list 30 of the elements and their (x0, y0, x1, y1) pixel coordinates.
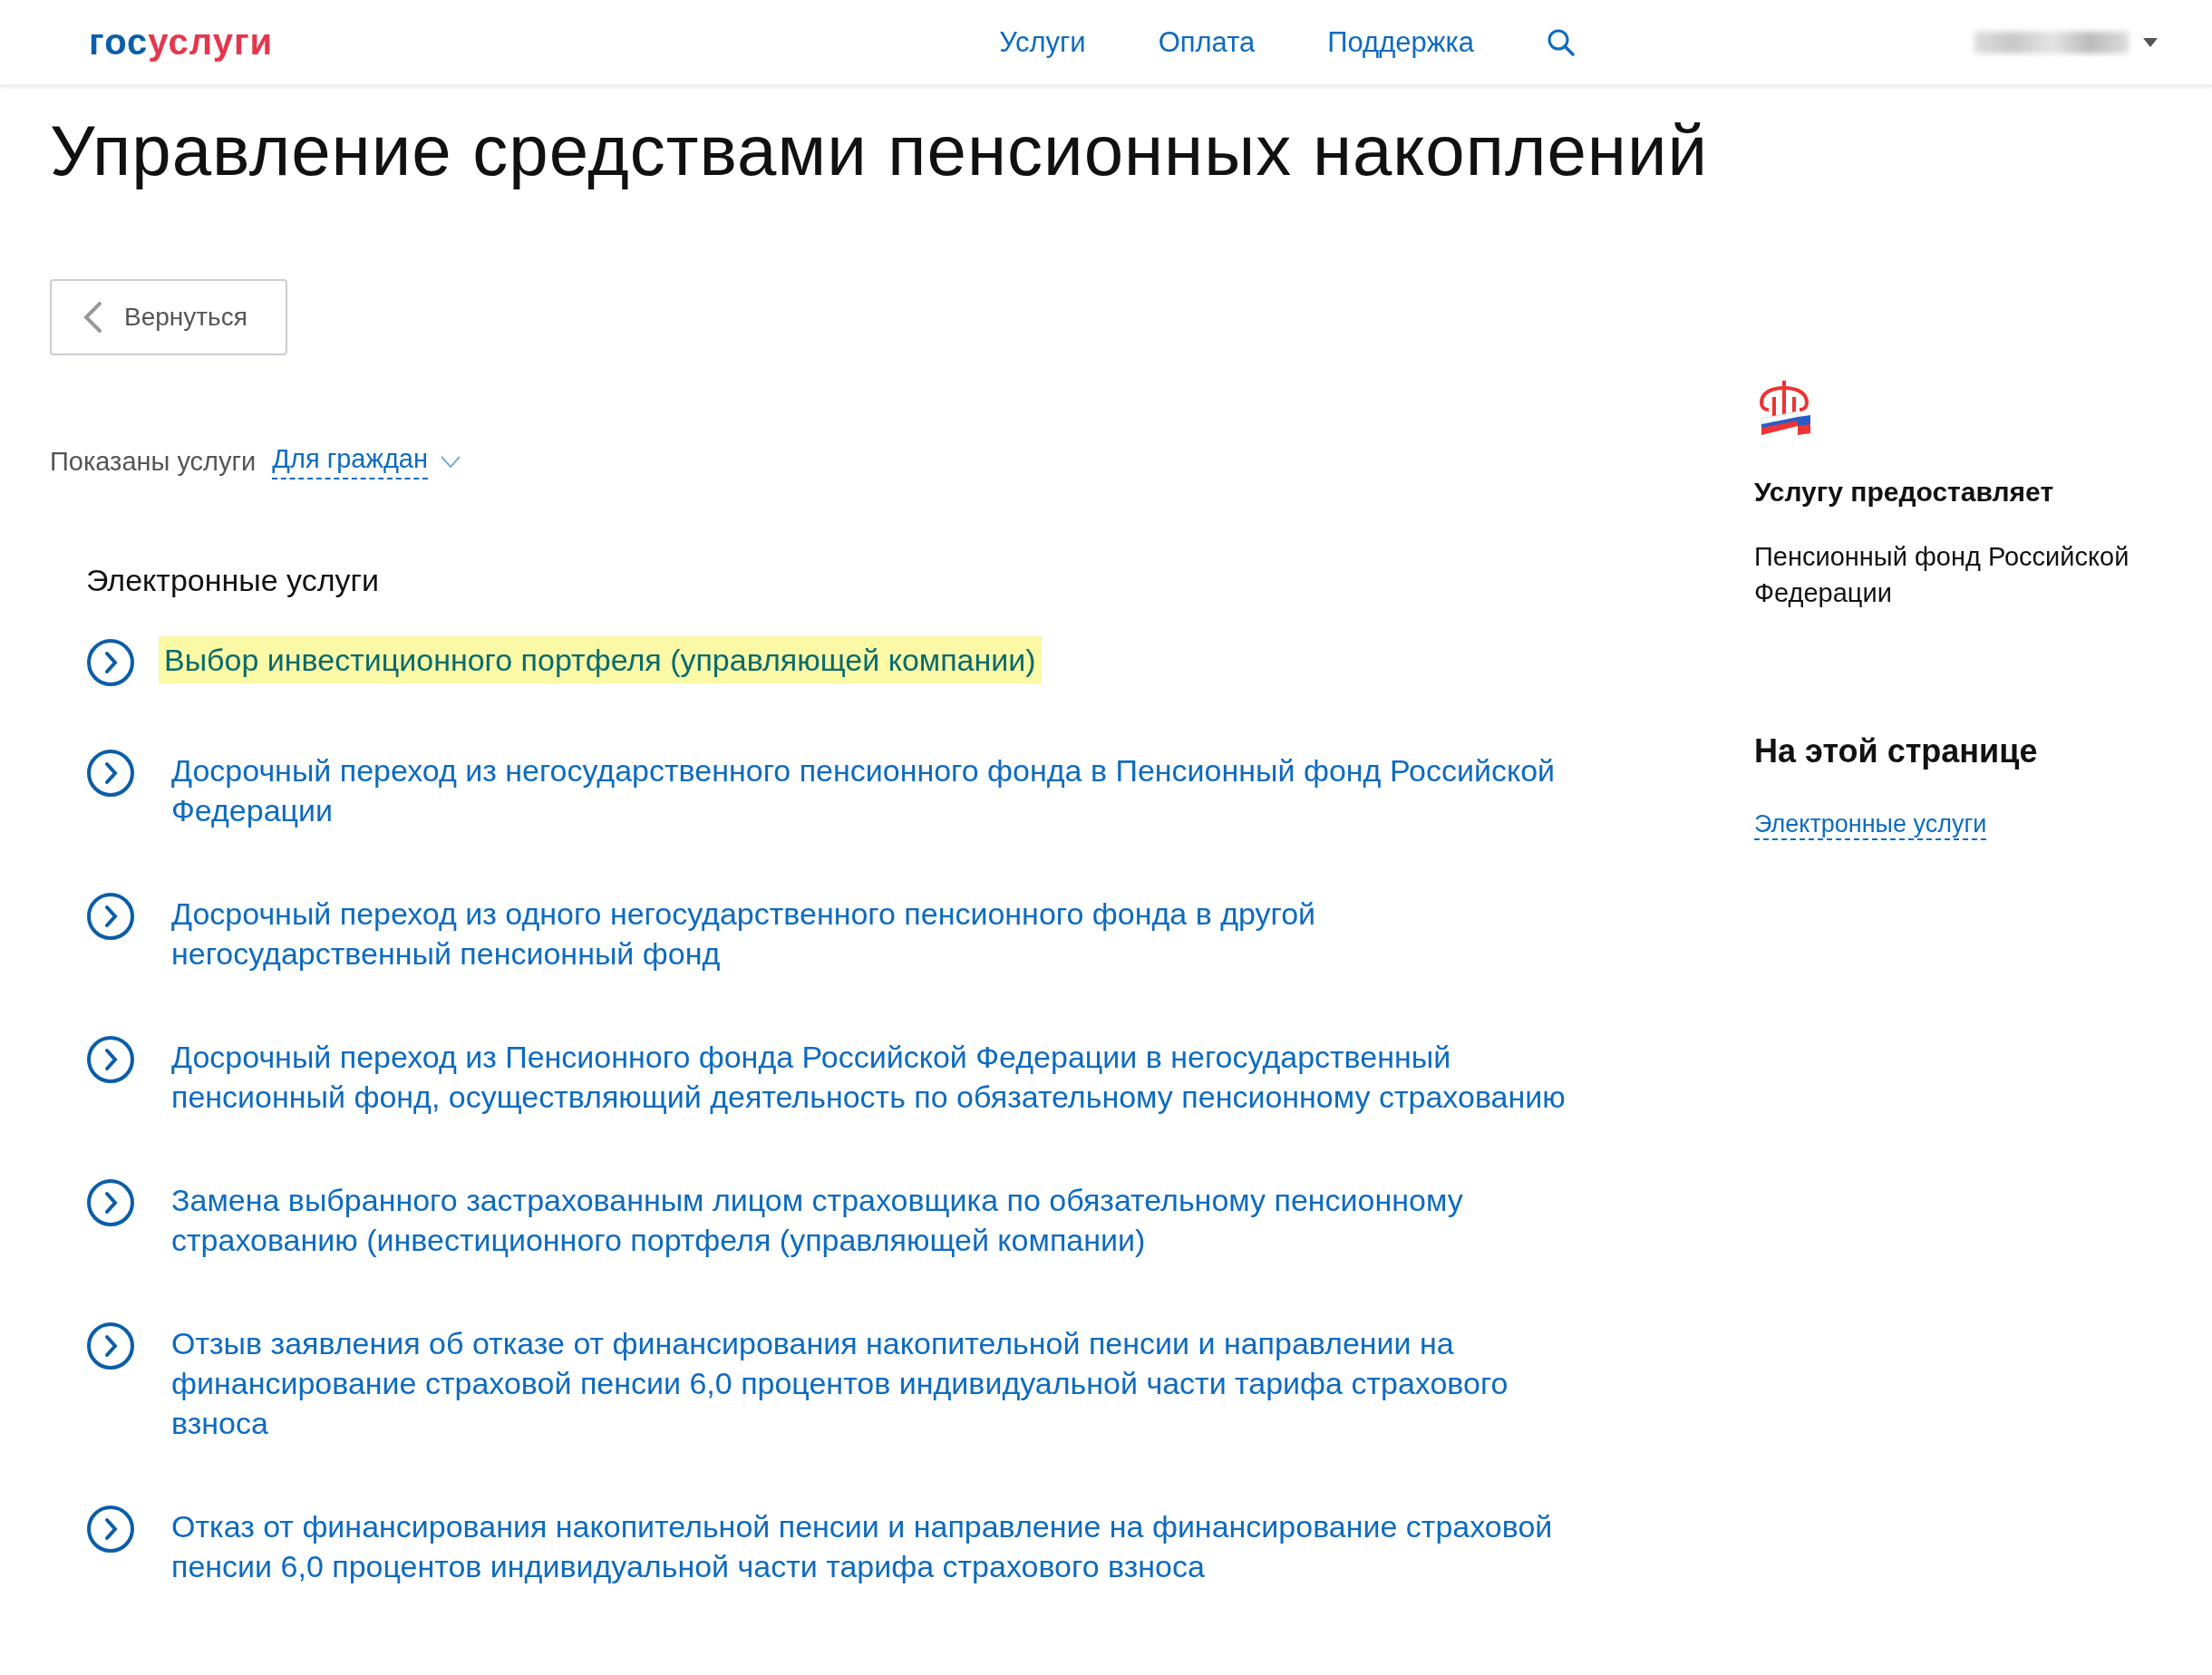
service-link[interactable]: Выбор инвестиционного портфеля (управляющей компании) (159, 636, 1042, 683)
search-icon[interactable] (1547, 27, 1576, 57)
logo[interactable]: госуслуги (89, 22, 274, 63)
service-link[interactable]: Досрочный переход из Пенсионного фонда Российской Федерации в негосударственный пенсионный фонд, осуществляющий деятельность по обязательному пенсионному страхованию (168, 1037, 1607, 1117)
chevron-circle-icon[interactable] (86, 1505, 135, 1554)
nav-link[interactable]: Оплата (1158, 25, 1256, 59)
dropdown-triangle-icon[interactable] (2143, 37, 2158, 47)
service-link[interactable]: Замена выбранного застрахованным лицом страховщика по обязательному пенсионному страхованию (инвестиционного портфеля (управляющей компании) (168, 1180, 1607, 1260)
anchor-link[interactable]: Электронные услуги (1754, 810, 1987, 840)
provider-name: Пенсионный фонд Российской Федерации (1754, 541, 2130, 609)
filter-dropdown[interactable]: Для граждан (272, 444, 428, 479)
page-title: Управление средствами пенсионных накоплений (50, 110, 1709, 192)
chevron-circle-icon[interactable] (86, 749, 135, 798)
chevron-circle-icon[interactable] (86, 1322, 135, 1370)
section-heading: Электронные услуги (86, 563, 380, 598)
nav-link[interactable]: Услуги (999, 25, 1086, 59)
chevron-circle-icon[interactable] (86, 1178, 135, 1227)
on-page-heading: На этой странице (1754, 732, 2039, 770)
chevron-circle-icon[interactable] (86, 1035, 135, 1084)
chevron-left-icon (82, 301, 102, 334)
nav-link[interactable]: Поддержка (1327, 25, 1474, 59)
back-button[interactable]: Вернуться (50, 279, 287, 355)
service-link[interactable]: Досрочный переход из негосударственного пенсионного фонда в Пенсионный фонд Российской Федерации (168, 750, 1607, 830)
service-link[interactable]: Досрочный переход из одного негосударственного пенсионного фонда в другой негосударственный пенсионный фонд (168, 894, 1607, 973)
service-link[interactable]: Отзыв заявления об отказе от финансирования накопительной пенсии и направлении на финансирование страховой пенсии 6,0 процентов индивидуальной части тарифа страхового взноса (168, 1323, 1607, 1443)
chevron-circle-icon[interactable] (86, 892, 135, 941)
provider-heading: Услугу предоставляет (1754, 477, 2055, 508)
filter-label: Показаны услуги (50, 447, 257, 477)
chevron-circle-icon[interactable] (86, 638, 135, 687)
service-link[interactable]: Отказ от финансирования накопительной пенсии и направление на финансирование страховой пенсии 6,0 процентов индивидуальной части тарифа страхового взноса (168, 1506, 1607, 1586)
